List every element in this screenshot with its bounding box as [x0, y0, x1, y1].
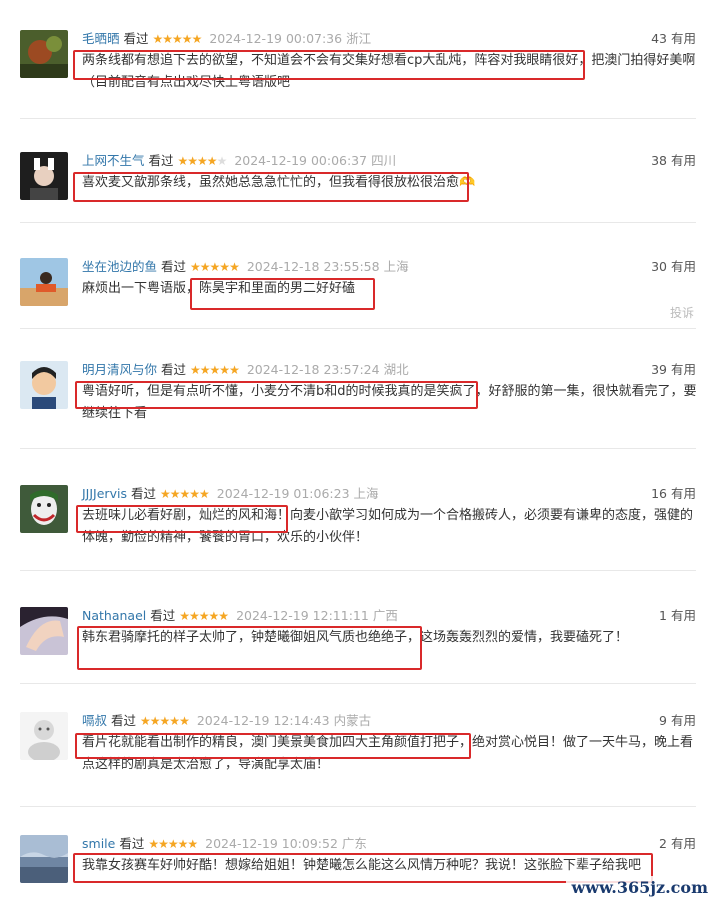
divider: [20, 118, 696, 119]
username-link[interactable]: 坐在池边的鱼: [82, 259, 157, 274]
useful-label: 有用: [670, 31, 696, 46]
vote-count: 30: [651, 259, 667, 274]
review-time: 2024-12-19 00:07:36: [209, 31, 343, 46]
review-meta: JJJJervis 看过 ★★★★★ 2024-12-19 01:06:23 上海: [82, 485, 379, 503]
review-meta: 坐在池边的鱼 看过 ★★★★★ 2024-12-18 23:55:58 上海: [82, 258, 409, 276]
avatar[interactable]: [20, 712, 68, 760]
useful-votes[interactable]: 2 有用: [659, 835, 696, 853]
review-location: 广西: [372, 608, 398, 623]
useful-votes[interactable]: 9 有用: [659, 712, 696, 730]
useful-label: 有用: [670, 836, 696, 851]
rating-stars: ★★★★★: [159, 487, 210, 501]
review-location: 浙江: [346, 31, 372, 46]
vote-count: 1: [659, 608, 667, 623]
watched-label: 看过: [148, 153, 174, 168]
review-meta: 嗝叔 看过 ★★★★★ 2024-12-19 12:14:43 内蒙古: [82, 712, 371, 730]
username-link[interactable]: Nathanael: [82, 608, 146, 623]
avatar[interactable]: [20, 485, 68, 533]
review-time: 2024-12-19 12:11:11: [236, 608, 369, 623]
useful-label: 有用: [670, 153, 696, 168]
report-link[interactable]: 投诉: [670, 304, 694, 321]
review-location: 广东: [341, 836, 367, 851]
review-text: 喜欢麦又歆那条线，虽然她总急急忙忙的，但我看得很放松很治愈🫶: [82, 175, 476, 190]
username-link[interactable]: 明月清风与你: [82, 362, 157, 377]
review-location: 内蒙古: [333, 713, 372, 728]
rating-stars: ★★★★★: [179, 609, 229, 623]
watched-label: 看过: [111, 713, 137, 728]
review-meta: 上网不生气 看过 ★★★★★ 2024-12-19 00:06:37 四川: [82, 152, 396, 170]
useful-label: 有用: [670, 259, 696, 274]
avatar[interactable]: [20, 361, 68, 409]
avatar[interactable]: [20, 152, 68, 200]
watched-label: 看过: [150, 608, 176, 623]
stars-empty: ★: [216, 154, 228, 168]
username-link[interactable]: 嗝叔: [82, 713, 107, 728]
watermark: www.365jz.com: [565, 876, 714, 899]
review-meta: 毛晒晒 看过 ★★★★★ 2024-12-19 00:07:36 浙江: [82, 30, 371, 48]
avatar[interactable]: [20, 258, 68, 306]
review-time: 2024-12-18 23:55:58: [246, 259, 380, 274]
useful-votes[interactable]: 38 有用: [651, 152, 696, 170]
rating-stars: ★★★★★: [190, 260, 240, 274]
useful-label: 有用: [670, 608, 696, 623]
divider: [20, 222, 696, 223]
review-meta: Nathanael 看过 ★★★★★ 2024-12-19 12:11:11 广西: [82, 607, 398, 625]
avatar[interactable]: [20, 30, 68, 78]
rating-stars: ★★★★★: [190, 363, 240, 377]
divider: [20, 328, 696, 329]
divider: [20, 570, 696, 571]
useful-votes[interactable]: 30 有用: [651, 258, 696, 276]
review-location: 上海: [383, 259, 409, 274]
username-link[interactable]: 上网不生气: [82, 153, 145, 168]
watched-label: 看过: [123, 31, 149, 46]
review-meta: smile 看过 ★★★★★ 2024-12-19 10:09:52 广东: [82, 835, 367, 853]
username-link[interactable]: JJJJervis: [82, 486, 127, 501]
divider: [20, 683, 696, 684]
review-location: 上海: [353, 486, 379, 501]
review-text: 两条线都有想追下去的欲望，不知道会不会有交集好想看cp大乱炖，阵容对我眼睛很好，…: [82, 53, 696, 90]
vote-count: 9: [659, 713, 667, 728]
review-location: 四川: [371, 153, 397, 168]
vote-count: 38: [651, 153, 667, 168]
watched-label: 看过: [130, 486, 156, 501]
vote-count: 43: [651, 31, 667, 46]
vote-count: 16: [651, 486, 667, 501]
useful-label: 有用: [670, 713, 696, 728]
review-text: 看片花就能看出制作的精良，澳门美景美食加四大主角颜值打把子，绝对赏心悦目！做了一…: [82, 735, 694, 772]
useful-label: 有用: [670, 362, 696, 377]
useful-votes[interactable]: 39 有用: [651, 361, 696, 379]
vote-count: 2: [659, 836, 667, 851]
useful-votes[interactable]: 43 有用: [651, 30, 696, 48]
review-text: 粤语好听，但是有点听不懂，小麦分不清b和d的时候我真的是笑疯了，好舒服的第一集，…: [82, 384, 697, 421]
review-text: 韩东君骑摩托的样子太帅了，钟楚曦御姐风气质也绝绝子，这场轰轰烈烈的爱情，我要磕死…: [82, 630, 629, 645]
stars-filled: ★★★★: [177, 154, 218, 168]
watched-label: 看过: [119, 836, 145, 851]
review-meta: 明月清风与你 看过 ★★★★★ 2024-12-18 23:57:24 湖北: [82, 361, 409, 379]
review-location: 湖北: [383, 362, 409, 377]
useful-label: 有用: [670, 486, 696, 501]
useful-votes[interactable]: 16 有用: [651, 485, 696, 503]
review-time: 2024-12-19 01:06:23: [216, 486, 350, 501]
vote-count: 39: [651, 362, 667, 377]
useful-votes[interactable]: 1 有用: [659, 607, 696, 625]
review-text: 去班味儿必看好剧，灿烂的风和海！向麦小歆学习如何成为一个合格搬砖人，必须要有谦卑…: [82, 508, 694, 545]
rating-stars: ★★★★★: [148, 837, 198, 851]
review-time: 2024-12-18 23:57:24: [246, 362, 380, 377]
rating-stars: ★★★★★: [152, 32, 203, 46]
review-time: 2024-12-19 10:09:52: [205, 836, 338, 851]
avatar[interactable]: [20, 607, 68, 655]
divider: [20, 806, 696, 807]
username-link[interactable]: smile: [82, 836, 115, 851]
rating-stars: ★★★★★: [140, 714, 190, 728]
review-time: 2024-12-19 12:14:43: [196, 713, 330, 728]
watched-label: 看过: [161, 259, 187, 274]
divider: [20, 448, 696, 449]
review-time: 2024-12-19 00:06:37: [234, 153, 368, 168]
username-link[interactable]: 毛晒晒: [82, 31, 120, 46]
avatar[interactable]: [20, 835, 68, 883]
watched-label: 看过: [161, 362, 187, 377]
rating-stars: ★★★★★: [177, 154, 228, 168]
review-text: 麻烦出一下粤语版，陈昊宇和里面的男二好好磕: [82, 281, 356, 296]
